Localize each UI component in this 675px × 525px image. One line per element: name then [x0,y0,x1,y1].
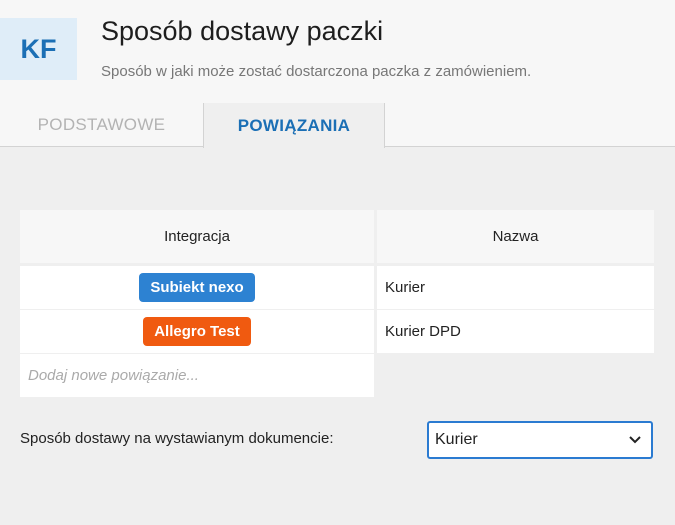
chevron-down-icon [629,436,641,444]
document-delivery-select[interactable]: Kurier [427,421,653,459]
add-link-input[interactable]: Dodaj nowe powiązanie... [20,354,374,397]
integration-tag[interactable]: Allegro Test [143,317,251,346]
document-delivery-label: Sposób dostawy na wystawianym dokumencie… [20,430,334,447]
document-delivery-value: Kurier [435,431,478,448]
integration-tag[interactable]: Subiekt nexo [139,273,255,302]
page-header: KF Sposób dostawy paczki Sposób w jaki m… [0,0,675,103]
avatar-badge: KF [0,18,77,80]
page-subtitle: Sposób w jaki może zostać dostarczona pa… [101,63,532,80]
page-title: Sposób dostawy paczki [101,16,384,46]
tab-links[interactable]: POWIĄZANIA [203,103,385,148]
table-row-name[interactable]: Kurier [377,266,654,309]
table-row-integration[interactable]: Subiekt nexo [20,266,374,309]
tab-basic[interactable]: PODSTAWOWE [0,103,203,147]
tab-bar: PODSTAWOWE POWIĄZANIA [0,103,675,148]
table-row-integration[interactable]: Allegro Test [20,310,374,353]
column-header-integration: Integracja [20,210,374,263]
column-header-name: Nazwa [377,210,654,263]
table-row-name[interactable]: Kurier DPD [377,310,654,353]
